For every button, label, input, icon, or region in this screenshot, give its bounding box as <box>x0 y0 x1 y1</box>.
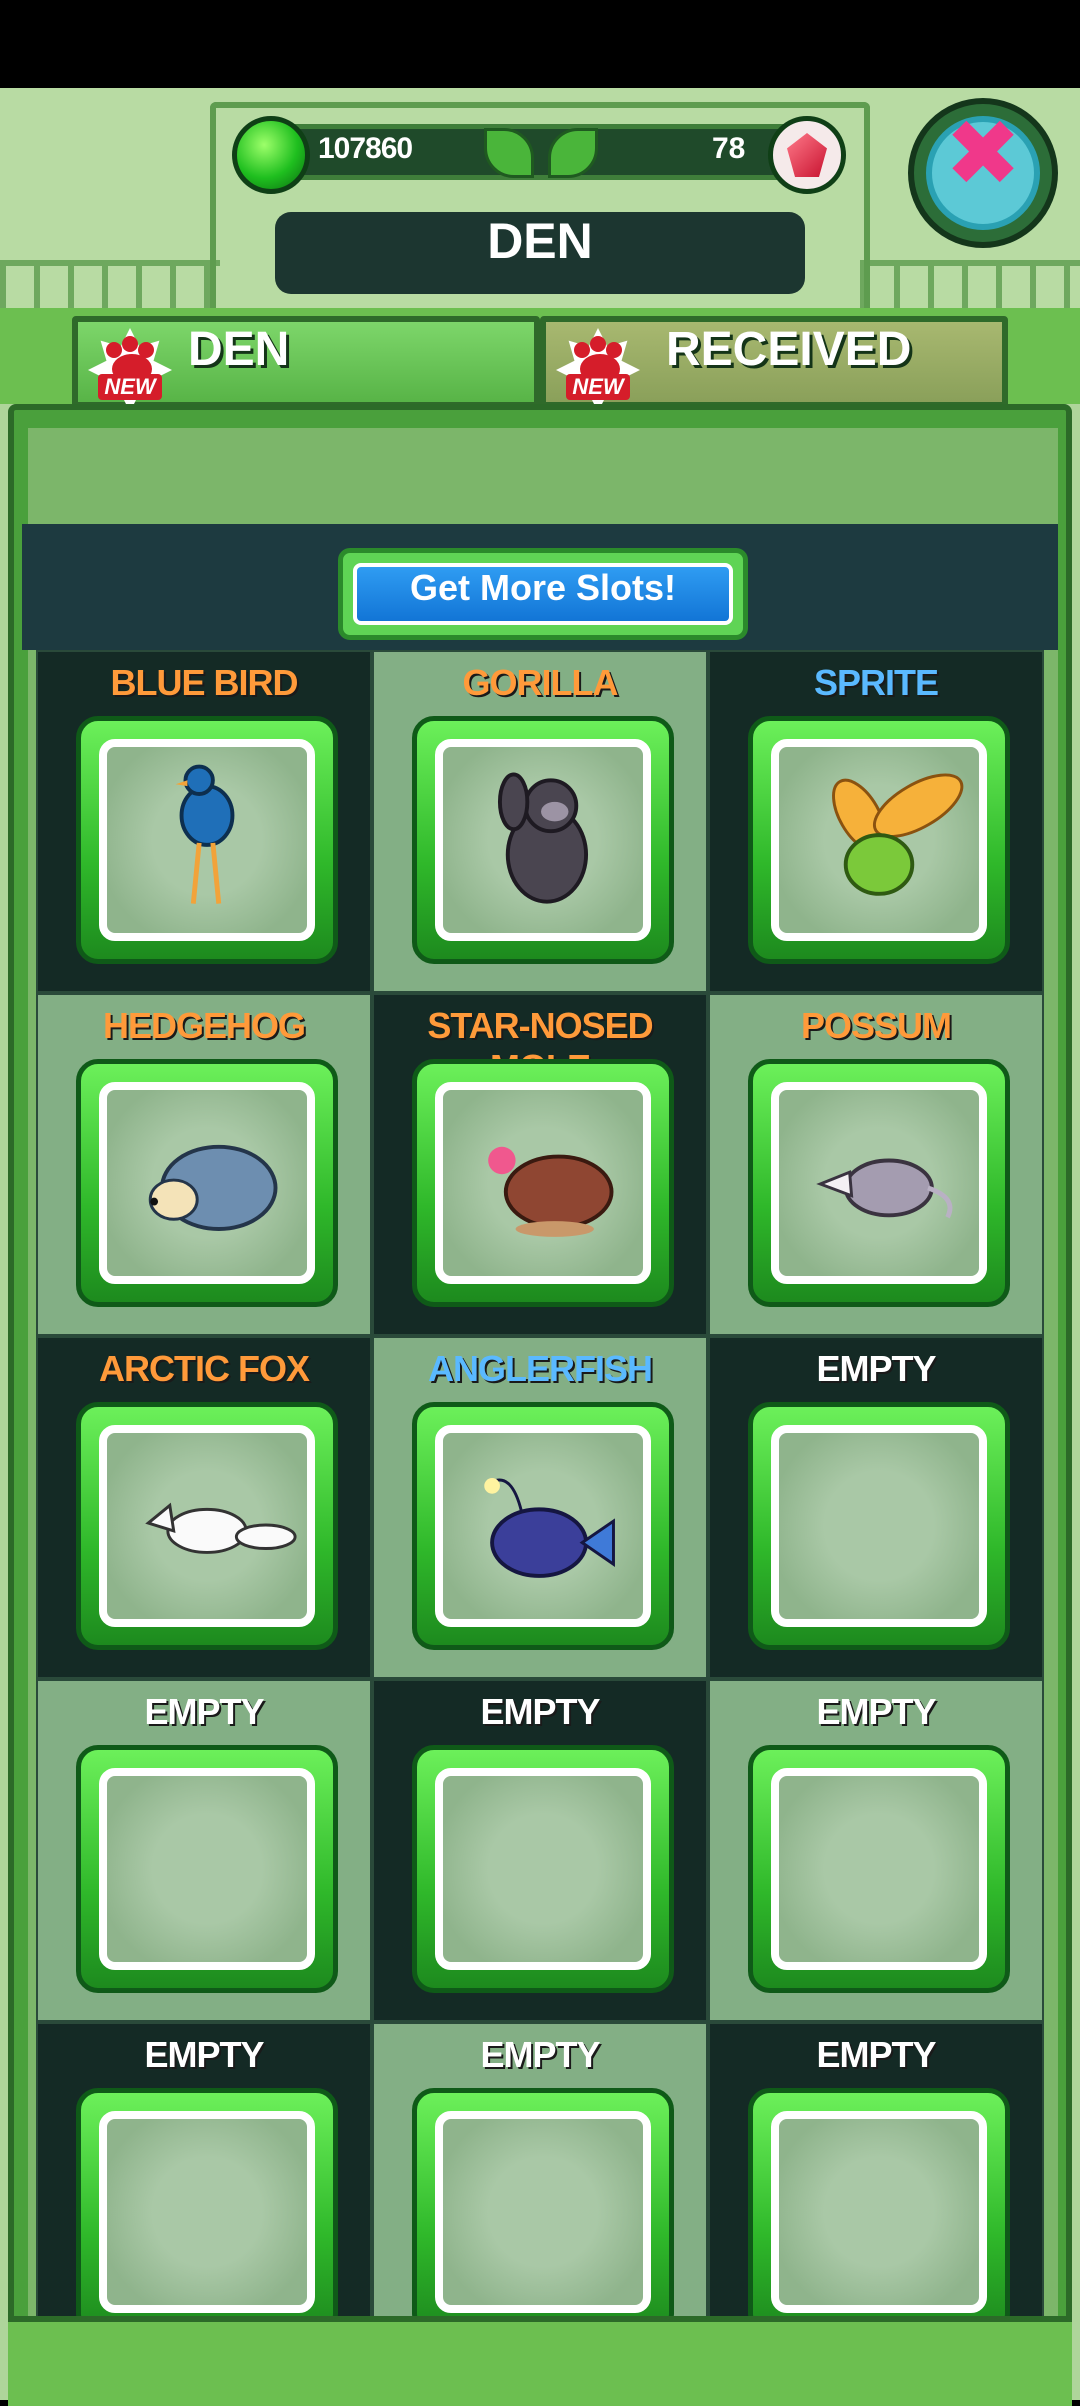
den-slot[interactable]: SPRITE <box>708 650 1044 993</box>
animal-name-label: EMPTY <box>816 1691 936 1732</box>
animal-name-label: BLUE BIRD <box>110 662 299 703</box>
den-slot[interactable]: STAR-NOSED MOLE <box>372 993 708 1336</box>
tab-den[interactable]: NEW DEN <box>72 316 540 412</box>
den-slot[interactable]: BLUE BIRD <box>36 650 372 993</box>
animal-name-label: EMPTY <box>144 2034 264 2075</box>
animal-name-label: SPRITE <box>813 662 939 703</box>
den-grid[interactable]: BLUE BIRD GORILLA SPRITE HEDGEHOG STAR-NOSED… <box>36 650 1044 2400</box>
animal-name-label: EMPTY <box>816 2034 936 2075</box>
gems-value: 78 <box>712 132 746 165</box>
star-nosed-mole-icon <box>443 1090 643 1276</box>
close-x-icon: ✖ <box>944 100 1022 207</box>
slot-frame <box>748 1745 1010 1993</box>
slot-window <box>435 739 651 941</box>
get-more-slots-inner: Get More Slots! <box>353 563 733 625</box>
tab-label: RECEIVED <box>666 323 912 376</box>
empty-slot[interactable]: EMPTY <box>36 1679 372 2022</box>
empty-slot[interactable]: EMPTY <box>708 1679 1044 2022</box>
den-screen: 107860 78 ✖ DEN NEW DEN NEW RECEIVED BLU… <box>0 88 1080 2400</box>
slot-frame <box>748 1059 1010 1307</box>
slot-window <box>99 1768 315 1970</box>
den-slot[interactable]: GORILLA <box>372 650 708 993</box>
possum-icon <box>779 1090 979 1276</box>
slot-window <box>435 2111 651 2313</box>
empty-slot[interactable]: EMPTY <box>708 2022 1044 2365</box>
slot-window <box>99 1082 315 1284</box>
red-crystal-icon <box>768 116 846 194</box>
slot-window <box>99 739 315 941</box>
slot-window <box>771 2111 987 2313</box>
fence-decoration <box>0 260 220 310</box>
slot-frame <box>412 1745 674 1993</box>
gorilla-icon <box>443 747 643 933</box>
slot-frame <box>76 1402 338 1650</box>
get-more-slots-label: Get More Slots! <box>409 567 677 608</box>
animal-name-label: EMPTY <box>144 1691 264 1732</box>
tab-label: DEN <box>188 323 290 376</box>
den-slot[interactable]: ANGLERFISH <box>372 1336 708 1679</box>
title-plate: DEN <box>275 212 805 294</box>
get-more-slots-button[interactable]: Get More Slots! <box>338 548 748 640</box>
slot-frame <box>76 1059 338 1307</box>
close-button[interactable]: ✖ <box>908 98 1058 248</box>
empty-slot[interactable]: EMPTY <box>708 1336 1044 1679</box>
slot-frame <box>76 1745 338 1993</box>
animal-name-label: ARCTIC FOX <box>99 1348 310 1389</box>
den-slot[interactable]: POSSUM <box>708 993 1044 1336</box>
den-slot[interactable]: ARCTIC FOX <box>36 1336 372 1679</box>
arctic-fox-icon <box>107 1433 307 1619</box>
slot-window <box>771 1082 987 1284</box>
animal-name-label: EMPTY <box>480 1691 600 1732</box>
slot-window <box>771 1768 987 1970</box>
empty-slot[interactable]: EMPTY <box>36 2022 372 2365</box>
slot-frame <box>412 1402 674 1650</box>
slot-window <box>771 739 987 941</box>
slot-frame <box>412 716 674 964</box>
hedgehog-icon <box>107 1090 307 1276</box>
sprite-icon <box>779 747 979 933</box>
slot-frame <box>76 716 338 964</box>
animal-name-label: EMPTY <box>816 1348 936 1389</box>
slot-frame <box>76 2088 338 2336</box>
slot-frame <box>748 1402 1010 1650</box>
slot-window <box>99 1425 315 1627</box>
fence-decoration <box>860 260 1080 310</box>
bottom-edge <box>8 2316 1072 2406</box>
slot-window <box>435 1082 651 1284</box>
status-bar <box>0 0 1080 88</box>
animal-name-label: GORILLA <box>462 662 619 703</box>
slot-frame <box>748 2088 1010 2336</box>
slot-window <box>435 1425 651 1627</box>
animal-name-label: EMPTY <box>480 2034 600 2075</box>
animal-name-label: HEDGEHOG <box>102 1005 306 1046</box>
anglerfish-icon <box>443 1433 643 1619</box>
slot-window <box>99 2111 315 2313</box>
den-slot[interactable]: HEDGEHOG <box>36 993 372 1336</box>
slot-window <box>771 1425 987 1627</box>
slot-frame <box>748 716 1010 964</box>
tab-received[interactable]: NEW RECEIVED <box>540 316 1008 412</box>
animal-name-label: ANGLERFISH <box>428 1348 653 1389</box>
animal-name-label: POSSUM <box>800 1005 952 1046</box>
coins-value: 107860 <box>318 132 413 165</box>
empty-slot[interactable]: EMPTY <box>372 1679 708 2022</box>
slot-frame <box>412 1059 674 1307</box>
green-gem-icon <box>232 116 310 194</box>
page-title: DEN <box>487 213 593 269</box>
blue-bird-icon <box>107 747 307 933</box>
empty-slot[interactable]: EMPTY <box>372 2022 708 2365</box>
slot-frame <box>412 2088 674 2336</box>
slot-window <box>435 1768 651 1970</box>
